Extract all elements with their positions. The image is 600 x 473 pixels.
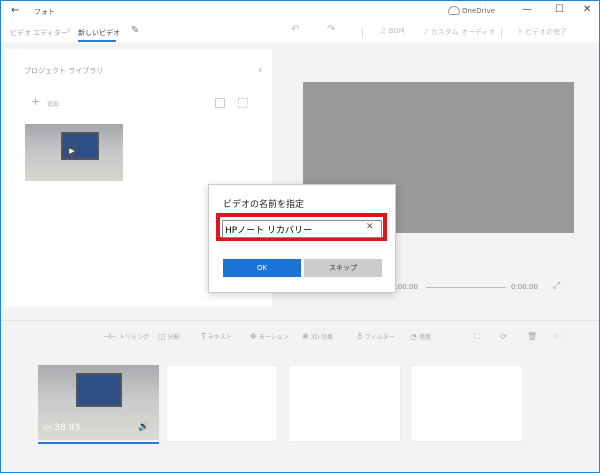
undo-icon[interactable]: ↶: [291, 24, 299, 35]
custom-audio-button[interactable]: ♪ カスタム オーディオ: [424, 27, 495, 37]
seek-bar[interactable]: [426, 287, 506, 288]
tool-text[interactable]: T テキスト: [201, 332, 232, 341]
small-grid-view-icon[interactable]: [238, 98, 248, 108]
laptop-image: [76, 373, 122, 407]
ok-button[interactable]: OK: [223, 259, 301, 277]
music-note-icon: ♫: [380, 27, 387, 35]
tool-label: フィルター: [364, 334, 395, 341]
tool-label: 分割: [167, 334, 180, 341]
3d-effects-icon: ❋: [302, 332, 309, 341]
rename-pencil-icon[interactable]: ✎: [131, 25, 139, 36]
clip-duration: ▭ 38.93: [43, 423, 80, 433]
storyboard-slot[interactable]: [166, 365, 278, 442]
redo-icon[interactable]: ↷: [327, 24, 335, 35]
bgm-label: BGM: [388, 27, 405, 35]
rename-video-dialog: ビデオの名前を指定 ✕ OK スキップ: [208, 184, 396, 293]
tool-trim[interactable]: ⊣⊢ トリミング: [103, 332, 149, 341]
minimize-button[interactable]: —: [522, 4, 532, 15]
rotate-icon[interactable]: ⟳: [500, 332, 509, 341]
large-grid-view-icon[interactable]: [215, 98, 225, 108]
title-bar: ← フォト OneDrive — ☐ ✕: [1, 1, 599, 22]
text-icon: T: [201, 332, 206, 341]
tool-3d-effects[interactable]: ❋ 3D 効果: [302, 332, 333, 341]
breadcrumb-current[interactable]: 新しいビデオ: [78, 28, 120, 38]
tool-label: 速度: [418, 334, 431, 341]
selected-clip-indicator: [38, 442, 159, 444]
tool-split[interactable]: ◫ 分割: [158, 332, 180, 341]
tool-label: トリミング: [118, 334, 149, 341]
maximize-button[interactable]: ☐: [555, 4, 564, 15]
skip-button[interactable]: スキップ: [304, 259, 382, 277]
close-button[interactable]: ✕: [583, 4, 591, 15]
storyboard-slot[interactable]: [288, 365, 401, 442]
dialog-title: ビデオの名前を指定: [223, 200, 305, 210]
fullscreen-icon[interactable]: ⤢: [553, 281, 560, 291]
finish-video-button[interactable]: ⇪ ビデオの完了: [517, 27, 567, 37]
resize-icon[interactable]: ⛶: [474, 332, 482, 342]
bgm-button[interactable]: ♫ BGM: [380, 27, 405, 35]
tool-label: テキスト: [207, 334, 232, 341]
audio-icon: ♪: [424, 28, 429, 36]
add-media-button[interactable]: 追加: [47, 99, 59, 108]
delete-icon[interactable]: 🗑: [527, 332, 539, 341]
clip-duration-value: 38.93: [54, 423, 81, 433]
cloud-icon: [448, 6, 460, 15]
tool-speed[interactable]: ◔ 速度: [410, 332, 431, 341]
more-options-icon[interactable]: ···: [554, 332, 564, 341]
tool-label: モーション: [258, 334, 289, 341]
tool-filter[interactable]: ♁ フィルター: [357, 332, 395, 341]
clear-input-icon[interactable]: ✕: [366, 222, 374, 232]
library-media-thumbnail[interactable]: ▶: [25, 124, 123, 181]
play-icon: ▶: [66, 145, 78, 157]
active-tab-indicator: [78, 40, 116, 42]
motion-icon: ✥: [250, 332, 257, 341]
filter-icon: ♁: [357, 332, 363, 341]
toolbar-divider: [362, 27, 363, 38]
collapse-chevron-icon[interactable]: ‹: [258, 63, 262, 76]
video-name-input[interactable]: [222, 220, 382, 238]
storyboard-clip[interactable]: ▭ 38.93 🔊: [38, 365, 159, 440]
volume-icon[interactable]: 🔊: [138, 422, 149, 432]
total-time: 0:00.00: [511, 283, 538, 291]
clip-screen-icon: ▭: [43, 423, 52, 433]
chevron-right-icon: ›: [67, 26, 71, 36]
tool-label: 3D 効果: [310, 334, 334, 341]
plus-icon[interactable]: +: [31, 95, 40, 108]
back-arrow-icon[interactable]: ←: [11, 5, 19, 16]
toolbar-divider: [501, 27, 502, 38]
onedrive-label[interactable]: OneDrive: [462, 7, 495, 15]
custom-audio-label: カスタム オーディオ: [430, 28, 496, 36]
app-title: フォト: [34, 8, 55, 16]
trim-icon: ⊣⊢: [103, 332, 117, 341]
breadcrumb-video-editor[interactable]: ビデオ エディター: [10, 28, 68, 38]
editor-toolbar: ビデオ エディター › 新しいビデオ ✎ ↶ ↷ ♫ BGM ♪ カスタム オー…: [1, 22, 599, 43]
tool-motion[interactable]: ✥ モーション: [250, 332, 289, 341]
divider: [1, 320, 599, 321]
storyboard-slot[interactable]: [410, 365, 523, 442]
finish-video-label: ビデオの完了: [525, 28, 568, 36]
split-icon: ◫: [158, 332, 166, 341]
speed-icon: ◔: [410, 332, 417, 341]
export-icon: ⇪: [517, 28, 523, 36]
library-title: プロジェクト ライブラリ: [24, 67, 104, 75]
